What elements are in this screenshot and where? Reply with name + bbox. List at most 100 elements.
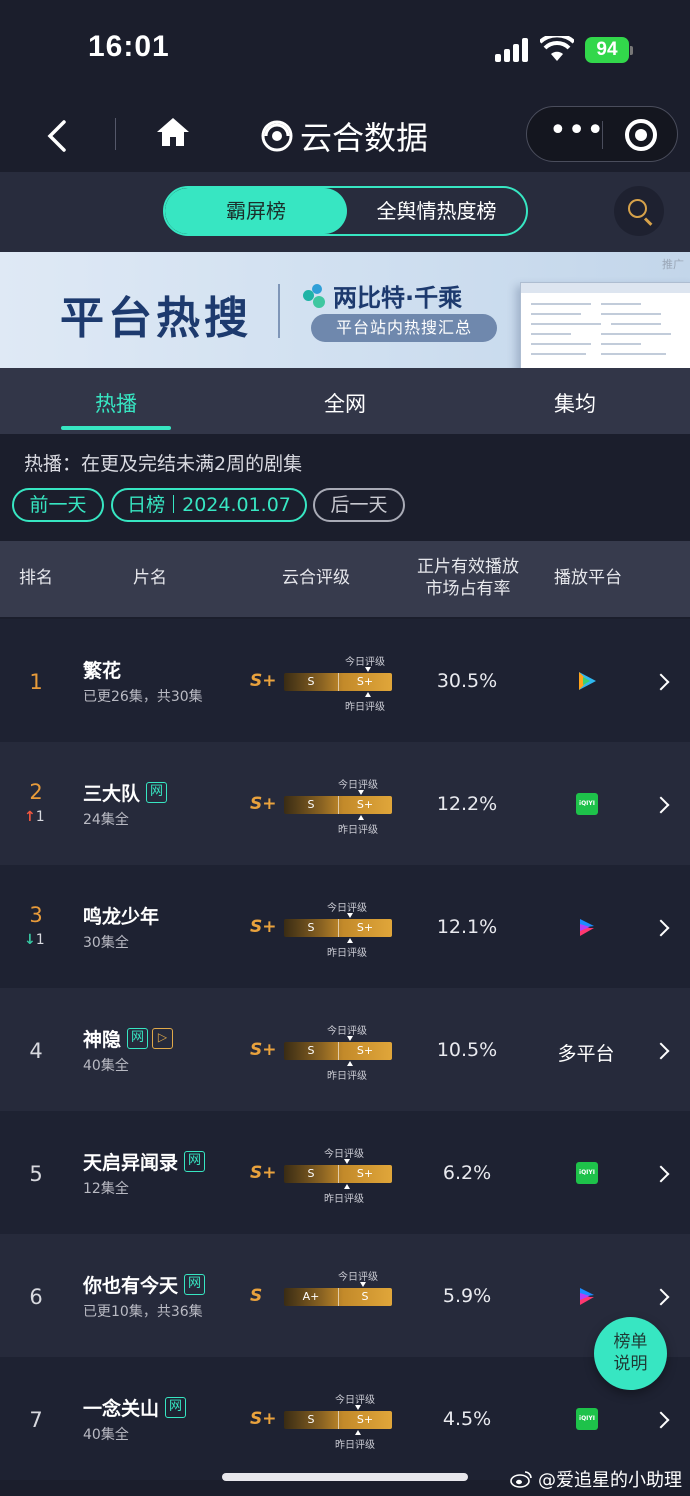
series-title: 繁花 <box>83 656 121 683</box>
back-icon[interactable] <box>40 114 80 158</box>
more-icon[interactable]: ••• <box>549 116 604 147</box>
close-miniprogram-icon[interactable] <box>625 119 657 151</box>
yesterday-rating-label: 昨日评级 <box>324 1194 364 1205</box>
iqiyi-icon: iQIYI <box>576 793 598 815</box>
rating-grade: S+ <box>250 671 277 691</box>
multi-platform-label: 多平台 <box>557 1043 615 1065</box>
rating-bar: S S+ <box>284 919 392 937</box>
series-title: 一念关山网 <box>83 1394 187 1421</box>
today-rating: S+ <box>356 1413 374 1426</box>
col-rank: 排名 <box>19 568 53 588</box>
board-segment-control: 霸屏榜 全舆情热度榜 <box>163 186 528 236</box>
battery-icon: 94 <box>585 37 629 63</box>
market-share: 6.2% <box>442 1162 492 1184</box>
segment-dominance-board[interactable]: 霸屏榜 <box>165 188 347 234</box>
ranking-info-line2: 说明 <box>613 1354 648 1374</box>
ranking-info-button[interactable]: 榜单 说明 <box>594 1317 667 1390</box>
market-share: 5.9% <box>442 1285 492 1307</box>
next-day-button[interactable]: 后一天 <box>313 488 405 522</box>
chevron-right-icon[interactable] <box>652 1288 670 1306</box>
episode-status: 30集全 <box>83 935 129 951</box>
clock: 16:01 <box>88 30 170 63</box>
banner-headline: 平台热搜 <box>60 293 252 344</box>
col-share: 正片有效播放 市场占有率 <box>406 556 530 600</box>
rating-grade: S+ <box>250 1409 277 1429</box>
today-rating: S+ <box>356 1167 374 1180</box>
rank-number: 7 <box>29 1408 43 1432</box>
banner-divider <box>278 284 280 338</box>
table-row[interactable]: 3 ↓1 鸣龙少年 30集全 S+ 今日评级 S S+ 昨日评级 12.1% <box>0 865 690 988</box>
segment-sentiment-board[interactable]: 全舆情热度榜 <box>347 188 526 234</box>
web-series-badge: 网 <box>165 1397 187 1418</box>
yesterday-rating-label: 昨日评级 <box>327 948 367 959</box>
liangbite-logo-icon <box>303 283 327 308</box>
col-share-line1: 正片有效播放 <box>417 557 519 577</box>
yesterday-rating-label: 昨日评级 <box>338 825 378 836</box>
watermark-text: @爱追星的小助理 <box>538 1470 682 1491</box>
app-brand: 云合数据 <box>260 112 428 160</box>
home-indicator[interactable] <box>222 1473 468 1481</box>
series-title: 神隐网 ▷ <box>83 1025 174 1052</box>
current-date: 2024.01.07 <box>182 494 291 516</box>
today-rating-label: 今日评级 <box>335 1395 375 1406</box>
chevron-right-icon[interactable] <box>652 796 670 814</box>
web-series-badge: 网 <box>184 1274 206 1295</box>
battery-tip <box>630 46 633 55</box>
episode-status: 24集全 <box>83 812 129 828</box>
chevron-right-icon[interactable] <box>652 1165 670 1183</box>
yesterday-marker-icon <box>365 692 371 697</box>
episode-status: 已更10集，共36集 <box>83 1304 203 1320</box>
chevron-right-icon[interactable] <box>652 673 670 691</box>
yesterday-rating-label: 昨日评级 <box>327 1071 367 1082</box>
table-row[interactable]: 4 神隐网 ▷ 40集全 S+ 今日评级 S S+ 昨日评级 10.5% 多平台 <box>0 988 690 1111</box>
rank-change-value: 1 <box>35 809 45 825</box>
episode-status: 40集全 <box>83 1058 129 1074</box>
date-separator <box>173 495 175 513</box>
signal-icon <box>495 38 531 62</box>
nav-divider <box>115 118 116 150</box>
iqiyi-icon: iQIYI <box>576 1162 598 1184</box>
yesterday-rating: S <box>307 921 315 934</box>
tab-per-episode[interactable]: 集均 <box>520 388 630 418</box>
market-share: 12.1% <box>436 916 498 938</box>
table-row[interactable]: 6 你也有今天网已更10集，共36集 S 今日评级 A+ S 5.9% <box>0 1234 690 1357</box>
table-row[interactable]: 5 天启异闻录网 12集全 S+ 今日评级 S S+ 昨日评级 6.2% iQIYI <box>0 1111 690 1234</box>
tab-all-network[interactable]: 全网 <box>290 388 400 418</box>
series-title-text: 神隐 <box>83 1029 122 1051</box>
today-marker-icon <box>344 1159 350 1164</box>
rank-number: 3 <box>29 903 43 927</box>
search-icon-handle <box>643 217 653 226</box>
rating-bar: S S+ <box>284 1411 392 1429</box>
today-marker-icon <box>347 913 353 918</box>
active-tab-indicator <box>61 426 171 430</box>
yesterday-rating: S <box>307 1167 315 1180</box>
chevron-right-icon[interactable] <box>652 1042 670 1060</box>
chevron-right-icon[interactable] <box>652 919 670 937</box>
nav-bar: 云合数据 ••• <box>0 100 690 172</box>
yesterday-marker-icon <box>358 815 364 820</box>
tab-hot-airing[interactable]: 热播 <box>61 388 171 418</box>
home-icon[interactable] <box>155 114 191 150</box>
today-marker-icon <box>365 667 371 672</box>
capsule-divider <box>602 121 603 149</box>
rank-change-value: 1 <box>35 932 45 948</box>
today-rating-label: 今日评级 <box>327 903 367 914</box>
rank-change: ↑1 <box>24 809 54 825</box>
today-rating-label: 今日评级 <box>338 780 378 791</box>
today-marker-icon <box>355 1405 361 1410</box>
table-row[interactable]: 2 ↑1 三大队网 24集全 S+ 今日评级 S S+ 昨日评级 12.2% iQIYI <box>0 742 690 865</box>
prev-day-button[interactable]: 前一天 <box>12 488 104 522</box>
date-picker-button[interactable]: 日榜 2024.01.07 <box>111 488 307 522</box>
search-button[interactable] <box>614 186 664 236</box>
today-rating: S+ <box>356 1044 374 1057</box>
iqiyi-logo-text: iQIYI <box>579 1169 595 1176</box>
ad-banner[interactable]: 推广 平台热搜 两比特·千乘 平台站内热搜汇总 <box>0 252 690 368</box>
app-title: 云合数据 <box>300 119 429 157</box>
chevron-right-icon[interactable] <box>652 1411 670 1429</box>
rank-up-icon: ↑ <box>24 809 36 825</box>
rating-bar: S S+ <box>284 1042 392 1060</box>
youku-icon <box>580 919 594 936</box>
rank-number: 6 <box>29 1285 43 1309</box>
table-row[interactable]: 1 繁花 已更26集，共30集 S+ 今日评级 S S+ 昨日评级 30.5% <box>0 619 690 742</box>
table-row[interactable]: 7 一念关山网 40集全 S+ 今日评级 S S+ 昨日评级 4.5% iQIYI <box>0 1357 690 1480</box>
